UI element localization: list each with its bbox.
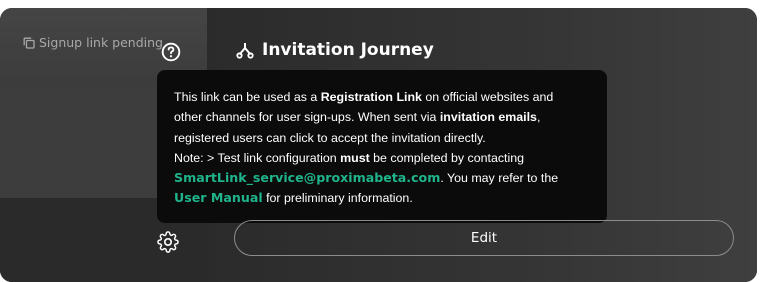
tooltip-text: registered users can click to accept the… [174, 130, 486, 145]
tooltip-emphasis: Registration Link [320, 90, 422, 104]
edit-button-label: Edit [470, 230, 498, 246]
tooltip-text: , [536, 110, 541, 125]
support-email-link[interactable]: SmartLink_service@proximabeta.com [174, 170, 440, 185]
signup-status: Signup link pending [23, 35, 163, 50]
tooltip-text: other channels for user sign-ups. When s… [174, 110, 440, 125]
signup-status-label: Signup link pending [39, 35, 163, 50]
help-tooltip: This link can be used as a Registration … [157, 70, 607, 223]
tooltip-emphasis: must [340, 150, 370, 165]
journey-header: Invitation Journey [236, 40, 434, 60]
copy-icon [23, 37, 35, 49]
edit-button[interactable]: Edit [234, 220, 734, 256]
help-circle-icon[interactable] [161, 42, 181, 62]
tooltip-line: This link can be used as a Registration … [174, 87, 591, 107]
tooltip-line: SmartLink_service@proximabeta.com. You m… [174, 168, 591, 188]
tooltip-line: User Manual for preliminary information. [174, 188, 591, 208]
tooltip-line: other channels for user sign-ups. When s… [174, 107, 591, 127]
tooltip-text: on official websites and [421, 90, 554, 104]
tooltip-emphasis: invitation emails [439, 110, 537, 125]
tooltip-text: be completed by contacting [369, 150, 525, 165]
user-manual-link[interactable]: User Manual [174, 190, 263, 205]
tooltip-text: for preliminary information. [262, 191, 413, 206]
tooltip-line: Note: > Test link configuration must be … [174, 148, 591, 168]
branch-icon [236, 43, 254, 59]
tooltip-text: Note: > Test link configuration [174, 150, 341, 165]
tooltip-text: . You may refer to the [440, 171, 559, 186]
tooltip-text: This link can be used as a [174, 90, 321, 104]
tooltip-line: registered users can click to accept the… [174, 128, 591, 148]
journey-title: Invitation Journey [262, 40, 434, 60]
gear-icon[interactable] [157, 231, 179, 253]
